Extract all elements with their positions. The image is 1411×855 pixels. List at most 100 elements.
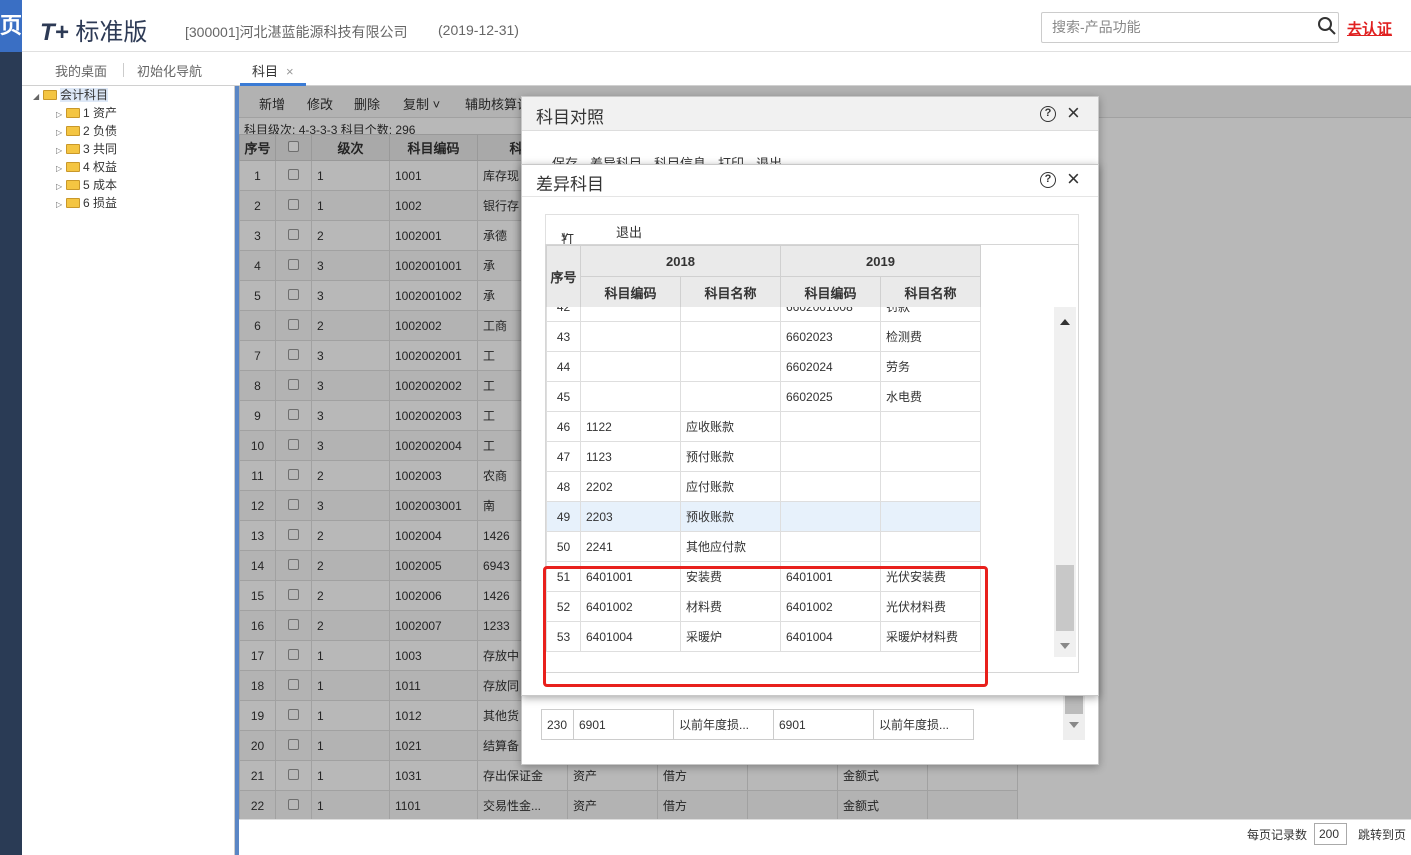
close-icon[interactable]: ×	[1067, 102, 1080, 124]
tree-item-label: 2 负债	[83, 124, 118, 138]
row-idx: 43	[546, 321, 581, 352]
table-row[interactable]: 48 2202 应付账款	[546, 471, 981, 502]
help-icon[interactable]: ?	[1040, 106, 1056, 122]
certify-link[interactable]: 去认证	[1347, 18, 1392, 39]
col-code-2018[interactable]: 科目编码	[580, 276, 681, 308]
row-name-2019: 光伏安装费	[880, 561, 981, 592]
row-name-2019	[880, 471, 981, 502]
tree-item[interactable]: ▷ 6 损益	[56, 194, 117, 212]
jump-to-page-label[interactable]: 跳转到页	[1358, 826, 1406, 843]
scroll-thumb[interactable]	[1065, 694, 1083, 714]
tree-item[interactable]: ▷ 4 权益	[56, 158, 117, 176]
row-name-2018: 其他应付款	[680, 531, 781, 562]
row-name-2019: 光伏材料费	[880, 591, 981, 622]
col-index[interactable]: 序号	[546, 245, 581, 308]
row-index: 230	[541, 709, 574, 740]
col-year-2019: 2019	[780, 245, 981, 277]
table-row[interactable]: 230 6901 以前年度损... 6901 以前年度损...	[541, 709, 974, 740]
row-name-2018: 预收账款	[680, 501, 781, 532]
folder-icon	[66, 126, 80, 136]
row-code-2018	[580, 351, 681, 382]
row-name-2019: 水电费	[880, 381, 981, 412]
tab-bar: 我的桌面 初始化导航 科目 ×	[22, 52, 1411, 86]
col-name-2018[interactable]: 科目名称	[680, 276, 781, 308]
search-input[interactable]: 搜索-产品功能	[1041, 12, 1339, 43]
collapsed-triangle-icon[interactable]: ▷	[56, 196, 66, 214]
row-name-2018	[680, 381, 781, 412]
name-2019: 以前年度损...	[873, 709, 974, 740]
row-name-2018	[680, 351, 781, 382]
exit-button[interactable]: 退出	[616, 222, 642, 241]
tab-my-desktop[interactable]: 我的桌面	[55, 61, 107, 80]
tab-init-nav[interactable]: 初始化导航	[137, 61, 202, 80]
table-row[interactable]: 51 6401001 安装费 6401001 光伏安装费	[546, 561, 981, 592]
per-page-input[interactable]: 200	[1314, 823, 1347, 845]
table-row[interactable]: 53 6401004 采暖炉 6401004 采暖炉材料费	[546, 621, 981, 652]
diff-dialog-toolbar: 打印 ˅ 退出	[545, 214, 1079, 266]
table-row[interactable]: 43 6602023 检测费	[546, 321, 981, 352]
close-icon[interactable]: ×	[1067, 168, 1080, 190]
row-idx: 49	[546, 501, 581, 532]
row-code-2018: 2241	[580, 531, 681, 562]
row-name-2018: 采暖炉	[680, 621, 781, 652]
table-row[interactable]: 42 6602001008罚款	[546, 307, 981, 322]
folder-icon	[66, 180, 80, 190]
table-row[interactable]: 45 6602025 水电费	[546, 381, 981, 412]
close-tab-icon[interactable]: ×	[286, 64, 294, 79]
tree-item[interactable]: ▷ 3 共同	[56, 140, 117, 158]
tab-divider	[123, 63, 124, 77]
diff-grid-viewport: 42 6602001008罚款 43 6602023检测费 44 6602024劳务 45 6…	[546, 307, 1058, 657]
tab-accounts[interactable]: 科目 ×	[240, 52, 306, 86]
table-row[interactable]: 49 2203 预收账款	[546, 501, 981, 532]
scroll-down-icon[interactable]	[1060, 643, 1070, 649]
tree-item[interactable]: ▷ 1 资产	[56, 104, 117, 122]
row-name-2018	[680, 307, 781, 322]
search-icon[interactable]	[1317, 16, 1337, 36]
row-code-2018: 2203	[580, 501, 681, 532]
home-badge[interactable]: 页	[0, 0, 22, 52]
row-idx: 53	[546, 621, 581, 652]
table-row[interactable]: 50 2241 其他应付款	[546, 531, 981, 562]
folder-open-icon	[43, 90, 57, 100]
row-code-2018: 6401001	[580, 561, 681, 592]
row-code-2019	[780, 531, 881, 562]
product-logo: T+ 标准版	[40, 12, 147, 47]
row-name-2018: 应收账款	[680, 411, 781, 442]
expanded-triangle-icon[interactable]: ◢	[33, 88, 43, 106]
row-name-2019	[880, 441, 981, 472]
help-icon[interactable]: ?	[1040, 172, 1056, 188]
app-window: 页 T+ 标准版 [300001]河北湛蓝能源科技有限公司 (2019-12-3…	[0, 0, 1411, 855]
row-name-2019	[880, 531, 981, 562]
tree-root-label: 会计科目	[60, 88, 109, 102]
mapping-dialog-title: 科目对照	[536, 108, 604, 127]
logo-sub: 标准版	[75, 19, 148, 46]
row-code-2018	[580, 307, 681, 322]
diff-scrollbar[interactable]	[1054, 307, 1076, 657]
table-row[interactable]: 47 1123 预付账款	[546, 441, 981, 472]
tree-item[interactable]: ▷ 2 负债	[56, 122, 117, 140]
company-name: [300001]河北湛蓝能源科技有限公司	[185, 24, 408, 40]
scroll-thumb[interactable]	[1056, 565, 1074, 631]
row-name-2019: 检测费	[880, 321, 981, 352]
table-row[interactable]: 44 6602024 劳务	[546, 351, 981, 382]
diff-dialog-title: 差异科目	[536, 175, 604, 194]
tree-item[interactable]: ▷ 5 成本	[56, 176, 117, 194]
logo-main: T+	[40, 19, 69, 46]
name-2018: 以前年度损...	[673, 709, 774, 740]
row-code-2018: 1123	[580, 441, 681, 472]
scroll-down-icon[interactable]	[1069, 722, 1079, 728]
scroll-up-icon[interactable]	[1060, 319, 1070, 325]
row-code-2018	[580, 381, 681, 412]
row-idx: 50	[546, 531, 581, 562]
table-row[interactable]: 46 1122 应收账款	[546, 411, 981, 442]
tree-item-label: 6 损益	[83, 196, 118, 210]
row-name-2019	[880, 411, 981, 442]
folder-icon	[66, 198, 80, 208]
table-row[interactable]: 52 6401002 材料费 6401002 光伏材料费	[546, 591, 981, 622]
row-name-2019: 罚款	[880, 307, 981, 322]
mapping-scrollbar[interactable]	[1063, 694, 1085, 740]
col-code-2019[interactable]: 科目编码	[780, 276, 881, 308]
tree-root[interactable]: ◢ 会计科目	[33, 86, 109, 106]
col-name-2019[interactable]: 科目名称	[880, 276, 981, 308]
row-code-2018: 6401002	[580, 591, 681, 622]
